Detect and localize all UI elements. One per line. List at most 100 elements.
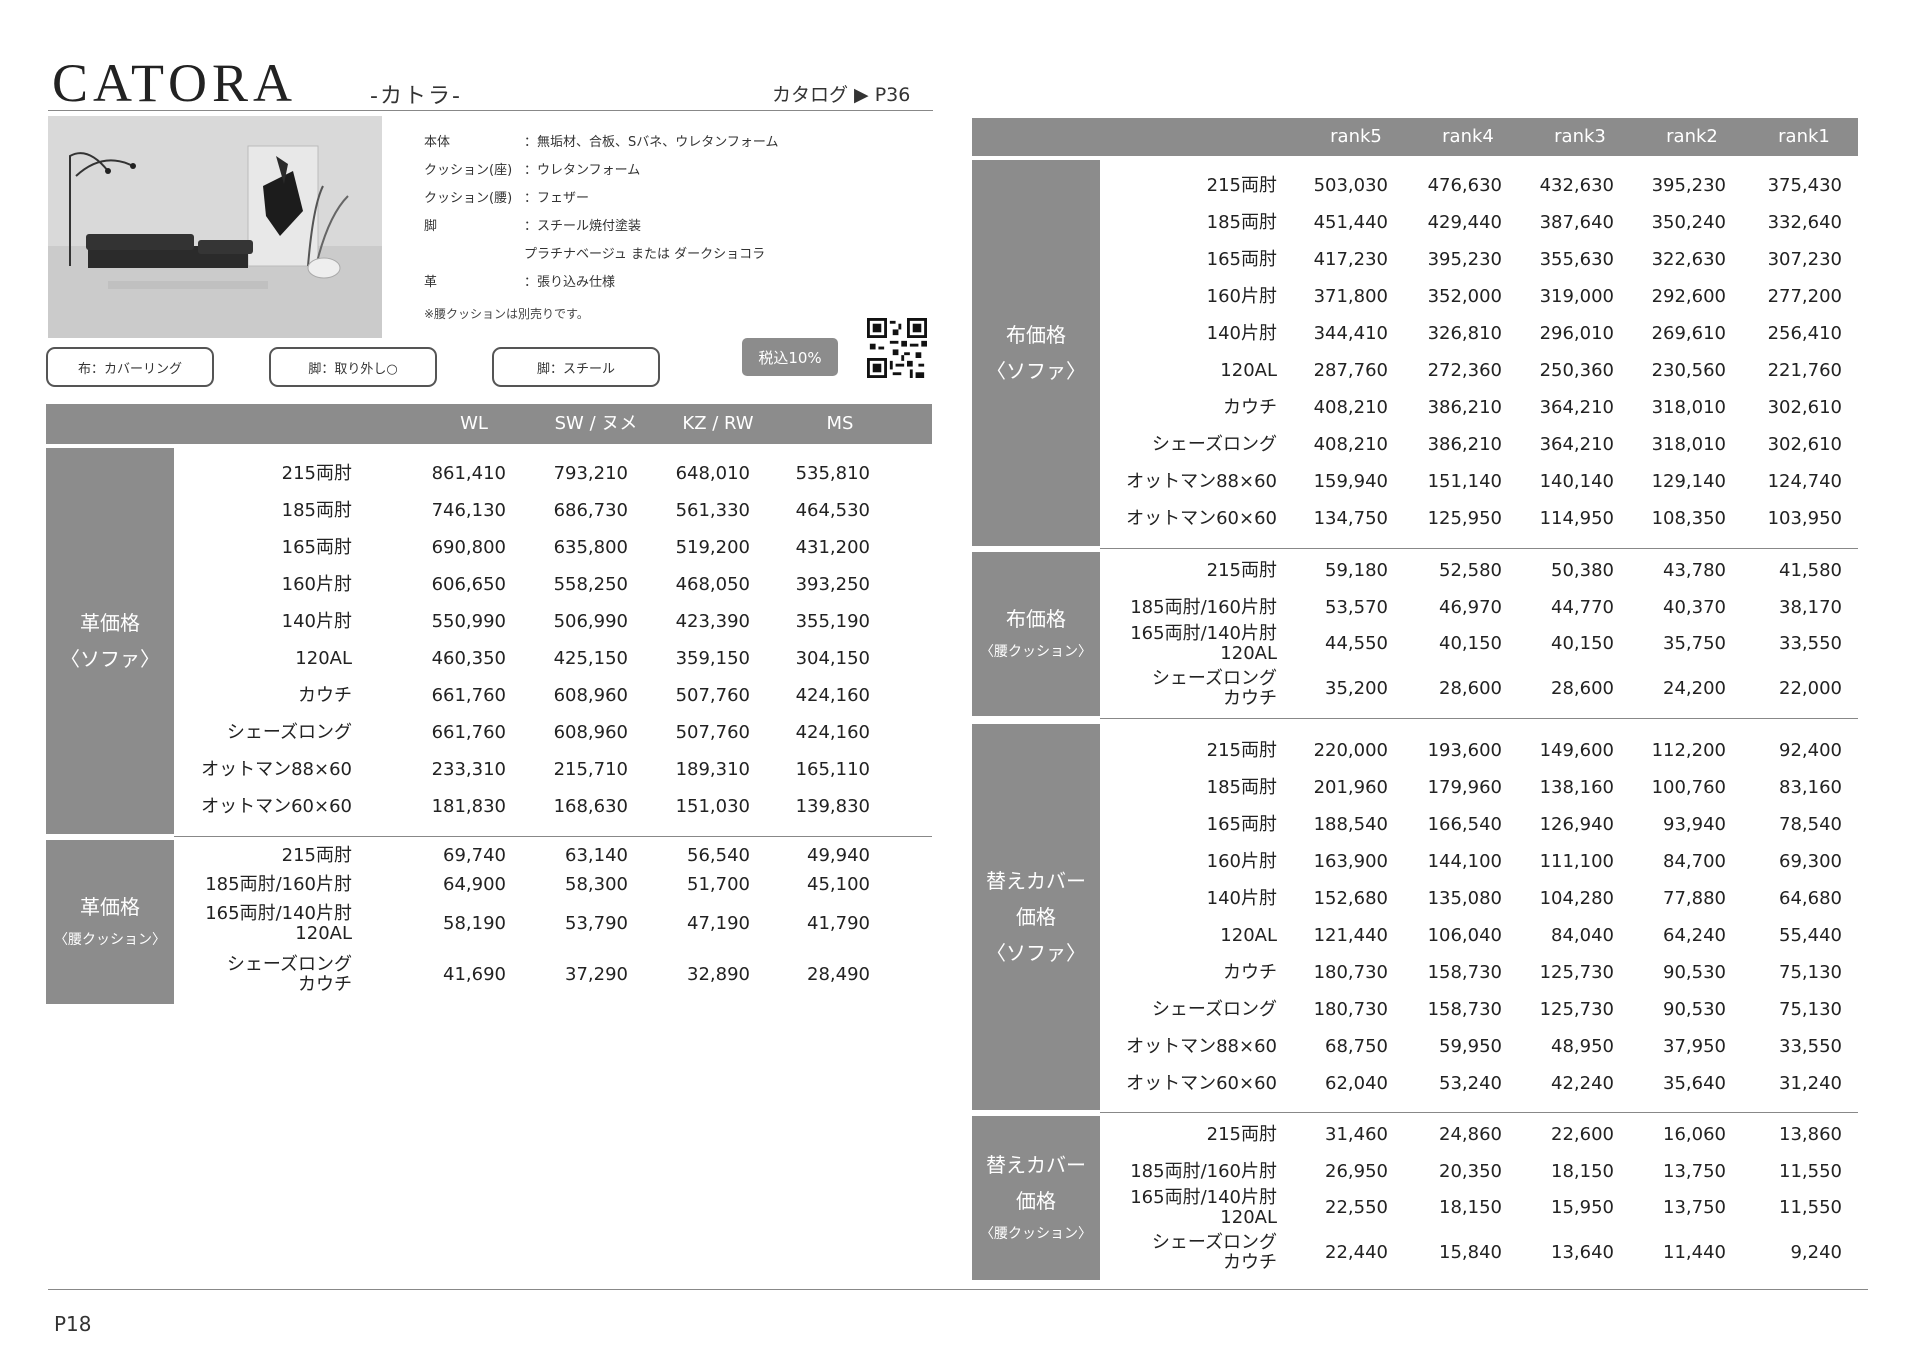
row-label-line: 185両肘/160片肘 [1130,597,1277,618]
price-cell: 22,440 [1325,1242,1388,1263]
price-cell: 201,960 [1313,777,1388,798]
row-label: 140片肘 [112,612,352,632]
price-cell: 53,790 [565,913,628,934]
price-cell: 507,760 [675,685,750,706]
row-label: シェーズロング カウチ [1037,669,1277,709]
price-cell: 233,310 [431,759,506,780]
column-header: WL [460,413,488,434]
price-cell: 476,630 [1427,175,1502,196]
price-cell: 287,760 [1313,360,1388,381]
price-cell: 40,370 [1663,597,1726,618]
spec-label: クッション(座) [424,162,513,178]
table-row: 165両肘/140片肘 120AL 58,190 53,790 47,190 41,790 [0,904,870,944]
brand-title: CATORA [52,53,298,113]
row-label-line: 120AL [1220,360,1277,381]
tax-badge: 税込10% [742,338,838,376]
row-label-line: 165両肘/140片肘 [205,903,352,924]
spec-row: 脚 ：スチール焼付塗装 [424,210,778,238]
price-cell: 92,400 [1779,740,1842,761]
price-cell: 9,240 [1790,1242,1842,1263]
row-label: 185両肘 [1037,213,1277,233]
group-divider [1100,548,1858,549]
price-cell: 35,750 [1663,633,1726,654]
footer-divider [48,1289,1868,1290]
price-cell: 417,230 [1313,249,1388,270]
price-cell: 84,040 [1551,925,1614,946]
group-divider [1100,718,1858,719]
table-row: 140片肘 550,990 506,990 423,390 355,190 [0,611,870,632]
table-row: カウチ 661,760 608,960 507,760 424,160 [0,685,870,706]
price-cell: 180,730 [1313,962,1388,983]
price-cell: 408,210 [1313,434,1388,455]
row-label-line: 185両肘 [1206,212,1277,233]
row-label-line: 215両肘 [1206,740,1277,761]
spec-note: ※腰クッションは別売りです。 [424,307,589,321]
row-label-line: シェーズロング [1151,1232,1277,1253]
product-photo [48,116,382,338]
price-cell: 40,150 [1551,633,1614,654]
price-cell: 35,200 [1325,678,1388,699]
price-cell: 11,440 [1663,1242,1726,1263]
column-header: rank5 [1330,126,1382,147]
price-cell: 386,210 [1427,434,1502,455]
price-cell: 550,990 [431,611,506,632]
price-cell: 24,860 [1439,1124,1502,1145]
price-cell: 355,190 [795,611,870,632]
qr-code[interactable] [867,318,927,378]
price-cell: 179,960 [1427,777,1502,798]
price-cell: 318,010 [1651,434,1726,455]
price-cell: 189,310 [675,759,750,780]
row-label: 215両肘 [1037,1125,1277,1145]
price-cell: 125,730 [1539,999,1614,1020]
price-cell: 152,680 [1313,888,1388,909]
table-row: オットマン60×60 62,040 53,240 42,240 35,640 31,240 [0,1073,1842,1094]
table-row: 215両肘 503,030 476,630 432,630 395,230 375,430 [0,175,1842,196]
price-cell: 13,750 [1663,1197,1726,1218]
price-cell: 355,630 [1539,249,1614,270]
spec-row: 本体 ：無垢材、合板、Sバネ、ウレタンフォーム [424,126,778,154]
price-cell: 42,240 [1551,1073,1614,1094]
price-cell: 50,380 [1551,560,1614,581]
price-cell: 28,600 [1551,678,1614,699]
price-cell: 429,440 [1427,212,1502,233]
row-label: 215両肘 [112,464,352,484]
table-row: 185両肘/160片肘 64,900 58,300 51,700 45,100 [0,874,870,895]
price-cell: 386,210 [1427,397,1502,418]
price-cell: 375,430 [1767,175,1842,196]
price-cell: 104,280 [1539,888,1614,909]
price-cell: 158,730 [1427,962,1502,983]
price-cell: 272,360 [1427,360,1502,381]
price-cell: 13,860 [1779,1124,1842,1145]
price-cell: 302,610 [1767,434,1842,455]
price-cell: 393,250 [795,574,870,595]
price-cell: 180,730 [1313,999,1388,1020]
table-row: 165両肘 188,540 166,540 126,940 93,940 78,540 [0,814,1842,835]
price-cell: 33,550 [1779,1036,1842,1057]
row-label: 165両肘/140片肘 120AL [1037,624,1277,664]
catalog-reference: カタログ ▶ P36 [772,84,911,106]
row-label-line: 215両肘 [1206,560,1277,581]
row-label: 215両肘 [1037,561,1277,581]
price-cell: 77,880 [1663,888,1726,909]
table-row: 185両肘 746,130 686,730 561,330 464,530 [0,500,870,521]
table-row: 160片肘 371,800 352,000 319,000 292,600 277,200 [0,286,1842,307]
row-label-line: オットマン60×60 [1126,1073,1277,1094]
price-cell: 318,010 [1651,397,1726,418]
price-cell: 112,200 [1651,740,1726,761]
price-cell: 292,600 [1651,286,1726,307]
row-label: シェーズロング カウチ [1037,1233,1277,1273]
price-cell: 193,600 [1427,740,1502,761]
row-label-line: 120AL [295,923,352,944]
row-label-line: カウチ [1223,688,1277,709]
price-cell: 35,640 [1663,1073,1726,1094]
row-label-line: 160片肘 [1206,851,1277,872]
table-row: 215両肘 69,740 63,140 56,540 49,940 [0,845,870,866]
price-cell: 635,800 [553,537,628,558]
price-cell: 648,010 [675,463,750,484]
tag-legs-removable: 脚：取り外し○ [269,347,437,387]
row-label: 185両肘/160片肘 [1037,598,1277,618]
table-row: シェーズロング 408,210 386,210 364,210 318,010 302,6… [0,434,1842,455]
row-label: シェーズロング [112,723,352,743]
price-cell: 432,630 [1539,175,1614,196]
column-header: rank1 [1778,126,1830,147]
